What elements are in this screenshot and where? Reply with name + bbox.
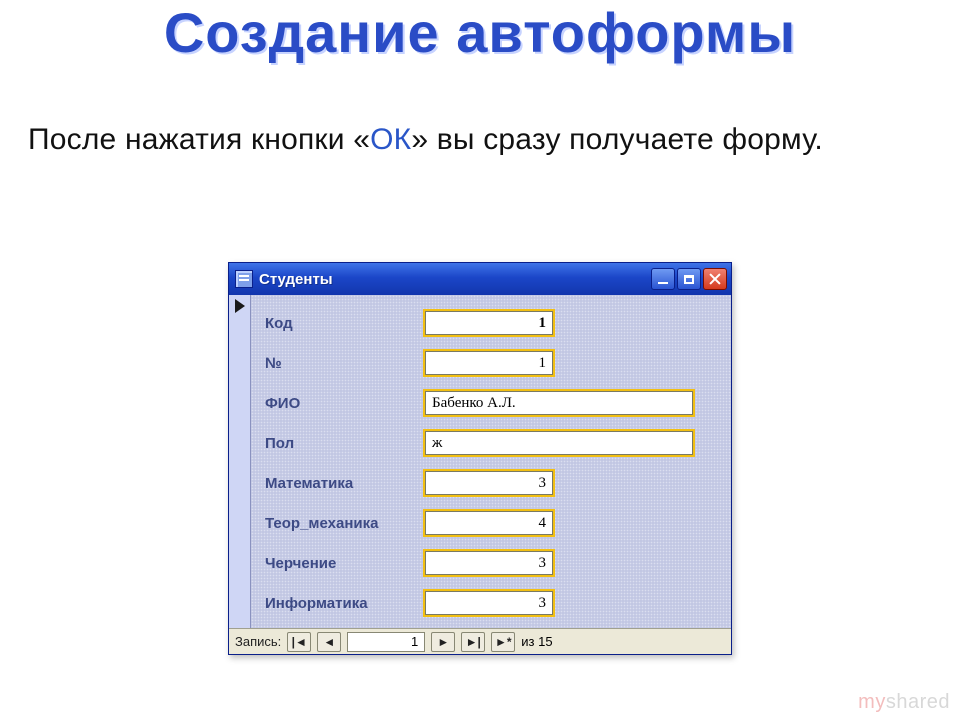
field-wrap: 1 bbox=[425, 351, 553, 375]
nav-next-button[interactable]: ► bbox=[431, 632, 455, 652]
form-row: Информатика3 bbox=[265, 583, 719, 623]
nav-first-icon: |◄ bbox=[292, 636, 307, 648]
field-label: Математика bbox=[265, 475, 425, 492]
record-nav-label: Запись: bbox=[235, 634, 281, 649]
nav-new-record-button[interactable]: ►* bbox=[491, 632, 515, 652]
maximize-button[interactable] bbox=[677, 268, 701, 290]
nav-first-button[interactable]: |◄ bbox=[287, 632, 311, 652]
nav-prev-button[interactable]: ◄ bbox=[317, 632, 341, 652]
close-icon bbox=[709, 273, 721, 285]
close-button[interactable] bbox=[703, 268, 727, 290]
field-wrap: Бабенко А.Л. bbox=[425, 391, 693, 415]
window-buttons bbox=[651, 268, 727, 290]
field-label: Теор_механика bbox=[265, 515, 425, 532]
record-selector[interactable] bbox=[229, 295, 251, 628]
field-wrap: ж bbox=[425, 431, 693, 455]
field-label: ФИО bbox=[265, 395, 425, 412]
current-record-arrow-icon bbox=[235, 299, 245, 313]
access-form-window: Студенты Код1№1ФИОБабенко А.Л.ПолжМатема… bbox=[228, 262, 732, 655]
record-of-text: из 15 bbox=[521, 634, 552, 649]
nav-next-icon: ► bbox=[437, 636, 449, 648]
desc-text-pre: После нажатия кнопки « bbox=[28, 123, 370, 156]
field-input[interactable]: 4 bbox=[425, 511, 553, 535]
form-row: Математика3 bbox=[265, 463, 719, 503]
form-row: №1 bbox=[265, 343, 719, 383]
field-label: № bbox=[265, 355, 425, 372]
field-input[interactable]: ж bbox=[425, 431, 693, 455]
minimize-button[interactable] bbox=[651, 268, 675, 290]
field-label: Информатика bbox=[265, 595, 425, 612]
watermark-shared: shared bbox=[886, 691, 950, 713]
field-label: Код bbox=[265, 315, 425, 332]
field-wrap: 3 bbox=[425, 471, 553, 495]
field-input[interactable]: 3 bbox=[425, 471, 553, 495]
field-label: Черчение bbox=[265, 555, 425, 572]
form-row: Код1 bbox=[265, 303, 719, 343]
slide: Создание автоформы После нажатия кнопки … bbox=[0, 0, 960, 720]
minimize-icon bbox=[658, 282, 668, 284]
watermark: myshared bbox=[858, 691, 950, 714]
form-row: Полж bbox=[265, 423, 719, 463]
field-label: Пол bbox=[265, 435, 425, 452]
nav-last-button[interactable]: ►| bbox=[461, 632, 485, 652]
client-area: Код1№1ФИОБабенко А.Л.ПолжМатематика3Теор… bbox=[229, 295, 731, 628]
form-row: ФИОБабенко А.Л. bbox=[265, 383, 719, 423]
form-detail: Код1№1ФИОБабенко А.Л.ПолжМатематика3Теор… bbox=[251, 295, 731, 628]
field-input[interactable]: 1 bbox=[425, 311, 553, 335]
maximize-icon bbox=[684, 275, 694, 284]
form-row: Теор_механика4 bbox=[265, 503, 719, 543]
field-input[interactable]: 1 bbox=[425, 351, 553, 375]
field-wrap: 3 bbox=[425, 591, 553, 615]
field-input[interactable]: 3 bbox=[425, 551, 553, 575]
slide-headline: Создание автоформы bbox=[0, 0, 960, 63]
field-input[interactable]: Бабенко А.Л. bbox=[425, 391, 693, 415]
field-input[interactable]: 3 bbox=[425, 591, 553, 615]
titlebar[interactable]: Студенты bbox=[229, 263, 731, 295]
watermark-my: my bbox=[858, 691, 886, 713]
desc-ok-accent: ОК bbox=[370, 123, 411, 156]
field-wrap: 4 bbox=[425, 511, 553, 535]
window-title: Студенты bbox=[259, 271, 645, 288]
field-wrap: 3 bbox=[425, 551, 553, 575]
desc-text-post: » вы сразу получаете форму. bbox=[411, 123, 823, 156]
record-navigation-bar: Запись: |◄ ◄ 1 ► ►| ►* из 15 bbox=[229, 628, 731, 654]
field-wrap: 1 bbox=[425, 311, 553, 335]
nav-last-icon: ►| bbox=[466, 636, 481, 648]
slide-description: После нажатия кнопки «ОК» вы сразу получ… bbox=[28, 119, 932, 202]
record-number-field[interactable]: 1 bbox=[347, 632, 425, 652]
form-icon bbox=[235, 270, 253, 288]
nav-new-icon: ►* bbox=[495, 636, 512, 648]
nav-prev-icon: ◄ bbox=[323, 636, 335, 648]
form-row: Черчение3 bbox=[265, 543, 719, 583]
